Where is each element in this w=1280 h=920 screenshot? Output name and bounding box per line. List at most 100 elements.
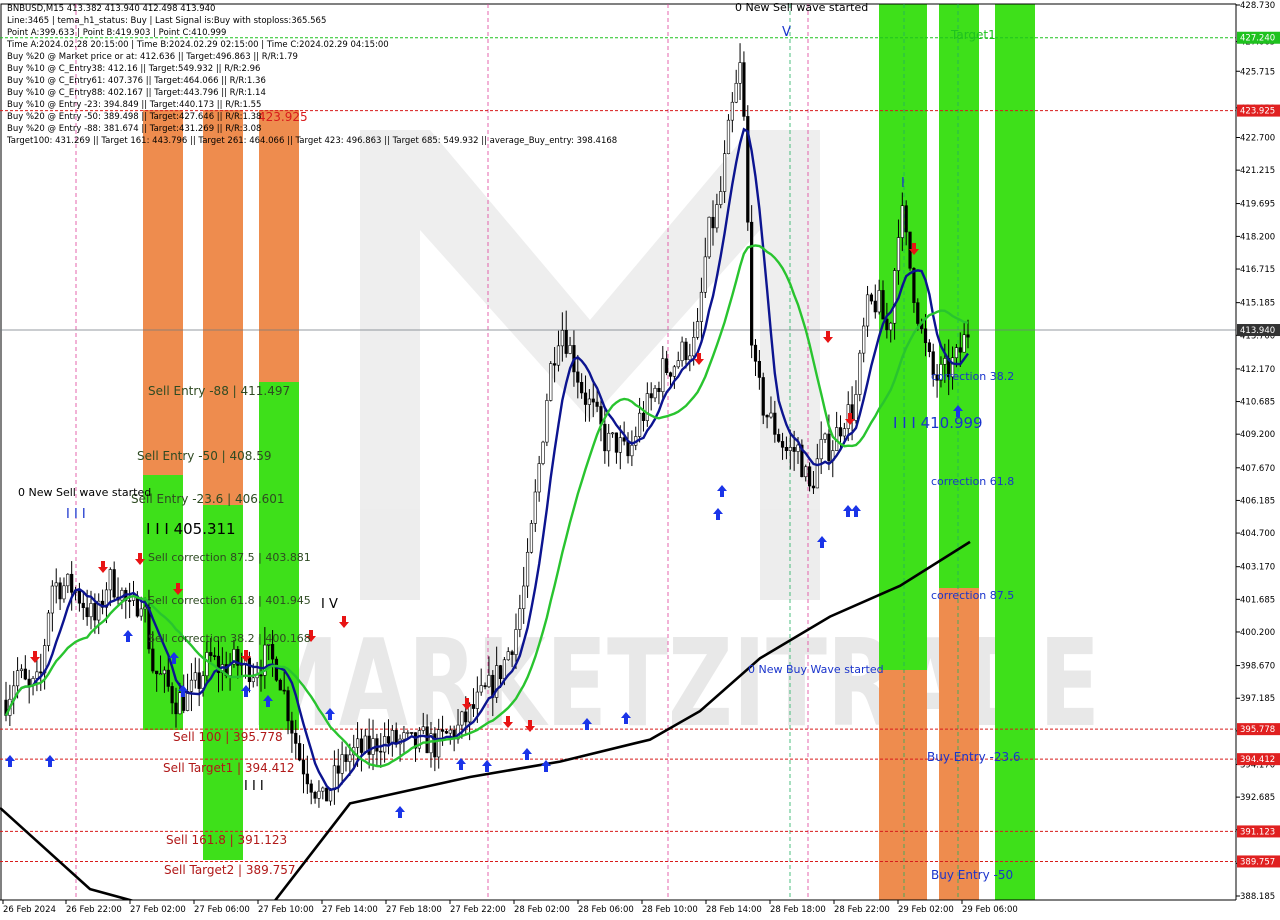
price-tick-label: 409.200	[1240, 430, 1275, 440]
price-tick-label: 418.200	[1240, 232, 1275, 242]
candle-body	[750, 221, 754, 346]
price-tick-label: 416.715	[1240, 265, 1275, 275]
candle-body	[807, 466, 812, 487]
candle-body	[757, 360, 761, 378]
time-axis: 26 Feb 2024 26 Feb 22:00 27 Feb 02:00 27 Fe…	[0, 899, 1280, 920]
candle-body	[185, 691, 190, 711]
candle-body	[170, 686, 174, 704]
candle-body	[742, 62, 746, 117]
price-tick-label: 428.730	[1240, 1, 1275, 11]
candle-body	[777, 434, 781, 442]
time-tick-label: 26 Feb 2024	[3, 905, 56, 915]
candle-body	[692, 337, 696, 357]
candle-body	[282, 689, 286, 692]
candle-body	[128, 600, 132, 602]
candle-body	[143, 606, 147, 610]
candle-body	[464, 711, 468, 723]
candle-body	[923, 328, 928, 344]
candle-body	[753, 344, 758, 362]
candle-body	[719, 191, 723, 205]
candle-body	[927, 342, 931, 353]
wave-mark-v: V	[782, 25, 791, 40]
info-line: Point A:399.633 | Point B:419.903 | Poin…	[7, 28, 227, 38]
candle-body	[359, 738, 364, 753]
candle-body	[943, 358, 947, 365]
candle-body	[155, 670, 159, 675]
candle-body	[784, 447, 789, 451]
candle-body	[726, 119, 731, 155]
candle-body	[89, 603, 93, 618]
sell-wave-top-label: 0 New Sell wave started	[735, 1, 868, 14]
candle-body	[475, 691, 479, 709]
candle-body	[332, 765, 336, 791]
candle-body	[46, 612, 51, 646]
time-tick-label: 29 Feb 02:00	[898, 905, 954, 915]
candle-body	[827, 433, 831, 461]
buy-entry-23-label: Buy Entry -23.6	[927, 750, 1021, 764]
candle-body	[62, 585, 66, 600]
info-line: Buy %10 @ C_Entry61: 407.376 || Target:4…	[7, 76, 266, 86]
candle-body	[587, 398, 591, 405]
info-line: BNBUSD,M15 413.382 413.940 412.498 413.9…	[7, 4, 216, 14]
candle-body	[498, 665, 503, 680]
candle-body	[553, 363, 557, 366]
info-line: Buy %10 @ C_Entry88: 402.167 || Target:4…	[7, 88, 266, 98]
candle-body	[270, 644, 275, 660]
candle-body	[510, 651, 514, 655]
candle-body	[873, 300, 877, 313]
candle-body	[773, 412, 777, 435]
candle-body	[529, 523, 534, 553]
candle-body	[653, 387, 657, 399]
candle-body	[580, 381, 584, 394]
candle-body	[355, 738, 360, 748]
info-line: Buy %20 @ Entry -88: 381.674 || Target:4…	[7, 124, 262, 134]
candle-body	[684, 341, 688, 361]
candle-body	[904, 205, 908, 233]
correction-875-label: correction 87.5	[931, 589, 1014, 602]
candle-body	[58, 582, 62, 600]
price-tick-label: 407.670	[1240, 464, 1275, 474]
zone-orange-4	[879, 670, 927, 900]
time-tick-label: 28 Feb 02:00	[514, 905, 570, 915]
price-axis: 428.730427.065425.715424.050422.700421.2…	[1235, 0, 1280, 920]
candle-body	[525, 551, 530, 587]
candle-body	[730, 101, 734, 121]
candle-body	[158, 673, 163, 676]
correction-382-label: correction 38.2	[931, 370, 1014, 383]
candle-body	[386, 736, 391, 744]
price-tick-label: 401.685	[1240, 595, 1275, 605]
candle-body	[197, 672, 201, 689]
candle-body	[402, 732, 406, 740]
candle-body	[27, 678, 31, 686]
zone-orange-3	[259, 110, 299, 382]
candle-body	[823, 433, 827, 440]
candle-body	[638, 412, 642, 437]
candle-body	[560, 329, 564, 347]
candle-body	[77, 589, 82, 604]
candle-body	[162, 669, 167, 675]
candle-body	[769, 412, 773, 418]
time-tick-label: 28 Feb 06:00	[578, 905, 634, 915]
candle-body	[912, 267, 916, 303]
candle-body	[518, 608, 522, 630]
candle-body	[630, 444, 634, 457]
candle-body	[394, 730, 398, 745]
candle-body	[796, 444, 800, 452]
candle-body	[896, 237, 901, 271]
candle-body	[723, 153, 727, 192]
candle-body	[286, 690, 290, 722]
candle-body	[869, 294, 874, 302]
candle-body	[761, 377, 765, 416]
sell-corr-875-label: Sell correction 87.5 | 403.881	[148, 551, 311, 564]
time-tick-label: 27 Feb 06:00	[194, 905, 250, 915]
candle-body	[877, 290, 881, 313]
candle-body	[325, 787, 329, 802]
candle-body	[23, 668, 27, 680]
candle-body	[865, 294, 870, 327]
indicator-info-panel: BNBUSD,M15 413.382 413.940 412.498 413.9…	[7, 3, 617, 147]
candle-body	[410, 732, 414, 734]
candle-body	[885, 318, 889, 331]
candle-body	[259, 674, 263, 677]
candle-body	[448, 729, 452, 734]
info-line: Line:3465 | tema_h1_status: Buy | Last S…	[7, 16, 327, 26]
